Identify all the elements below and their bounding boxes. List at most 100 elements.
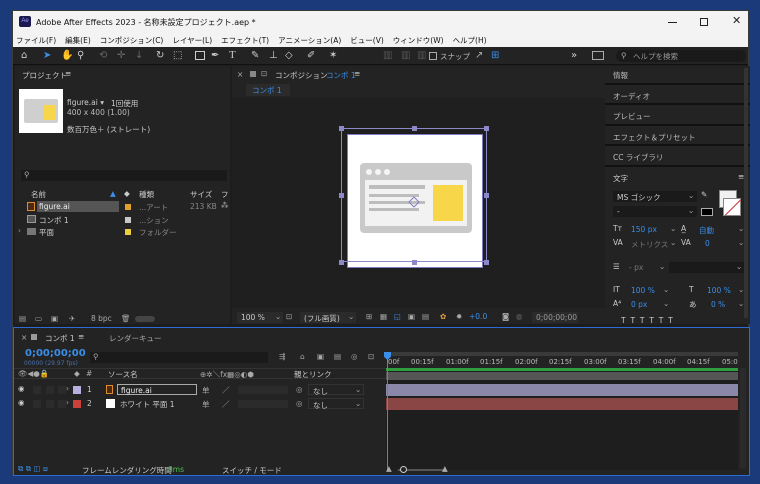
baseline-shift-value[interactable]: 0 px bbox=[631, 300, 647, 309]
shy-layers-icon[interactable]: ▣ bbox=[317, 352, 324, 361]
stroke-width-value[interactable]: - px bbox=[629, 263, 643, 272]
draft-3d-icon[interactable]: ⌂ bbox=[300, 352, 305, 361]
timeline-timecode[interactable]: 0;00;00;00 bbox=[25, 348, 86, 359]
menu-window[interactable]: ウィンドウ(W) bbox=[393, 35, 444, 46]
vertical-scale-value[interactable]: 100 % bbox=[631, 286, 655, 295]
column-frame[interactable]: フ bbox=[221, 189, 229, 200]
zoom-in-icon[interactable]: ▲ bbox=[442, 464, 448, 473]
selected-item-name[interactable]: figure.ai ▾ bbox=[67, 98, 104, 107]
render-queue-tab[interactable]: レンダーキュー bbox=[109, 333, 162, 344]
dolly-tool-icon[interactable]: ↓ bbox=[135, 50, 143, 61]
comp-mini-flowchart-icon[interactable]: ⇶ bbox=[279, 352, 285, 361]
fill-black-swatch[interactable] bbox=[701, 208, 713, 216]
font-family-dropdown[interactable]: MS ゴシック ⌄ bbox=[613, 191, 697, 202]
effects-presets-panel-tab[interactable]: エフェクト＆プリセット bbox=[613, 132, 696, 143]
minimize-button[interactable] bbox=[663, 15, 683, 29]
playhead-line[interactable] bbox=[387, 352, 388, 470]
transform-handle[interactable] bbox=[484, 260, 489, 265]
chevron-down-icon[interactable]: ⌄ bbox=[670, 238, 676, 247]
composition-panel-title[interactable]: コンポジション bbox=[275, 70, 328, 81]
time-zoom-slider[interactable] bbox=[398, 466, 444, 473]
text-tool-icon[interactable]: T bbox=[229, 49, 236, 61]
close-tab-icon[interactable]: × bbox=[237, 70, 243, 79]
snap-checkbox[interactable] bbox=[429, 52, 437, 60]
brush-tool-icon[interactable]: ✎ bbox=[251, 50, 259, 61]
render-toggle-icons[interactable]: ⧉ ⧉ ◫ ⧈ bbox=[18, 464, 48, 474]
mask-visibility-icon[interactable]: ◱ bbox=[394, 312, 401, 321]
audio-toggle[interactable] bbox=[33, 400, 41, 408]
tsume-value[interactable]: 0 % bbox=[711, 300, 725, 309]
comp-timecode-field[interactable]: 0;00;00;00 bbox=[532, 312, 578, 323]
collapse-switch-icon[interactable]: 单 bbox=[202, 399, 210, 410]
collapse-switch-icon[interactable]: 单 bbox=[202, 385, 210, 396]
chevron-down-icon[interactable]: ⌄ bbox=[670, 224, 676, 233]
label-swatch[interactable] bbox=[125, 204, 131, 210]
pen-tool-icon[interactable]: ✒ bbox=[211, 50, 219, 61]
project-panel-title[interactable]: プロジェクト bbox=[22, 70, 67, 81]
rotate-tool-icon[interactable]: ↻ bbox=[156, 50, 164, 61]
column-type[interactable]: 種類 bbox=[139, 189, 154, 200]
project-row-comp[interactable]: コンポ 1 ...ション bbox=[15, 214, 230, 225]
visibility-eye-icon[interactable]: ◉ bbox=[18, 398, 25, 407]
timeline-tab[interactable]: コンポ 1 bbox=[45, 333, 75, 344]
layer-row-solid[interactable]: ◉ › 2 ホワイト 平面 1 单 ／ ◎ なし ⌄ bbox=[14, 398, 386, 410]
pan-tool-icon[interactable]: ✛ bbox=[117, 50, 125, 61]
menu-help[interactable]: ヘルプ(H) bbox=[453, 35, 487, 46]
character-panel-title[interactable]: 文字 bbox=[613, 173, 628, 184]
maximize-button[interactable] bbox=[695, 15, 715, 29]
frame-blending-icon[interactable]: ▤ bbox=[334, 352, 341, 361]
switch-box[interactable] bbox=[238, 400, 288, 408]
puppet-tool-icon[interactable]: ✶ bbox=[329, 50, 337, 61]
preview-panel-tab[interactable]: プレビュー bbox=[613, 111, 651, 122]
new-folder-icon[interactable]: ▭ bbox=[35, 314, 42, 323]
menu-layer[interactable]: レイヤー(L) bbox=[172, 35, 212, 46]
shape-tool-icon[interactable] bbox=[195, 51, 205, 60]
fit-icon[interactable]: ⊡ bbox=[286, 312, 292, 321]
snapshot-icon[interactable]: ◙ bbox=[502, 312, 509, 321]
label-column-icon[interactable]: ◆ bbox=[124, 189, 130, 198]
expand-arrow-icon[interactable]: › bbox=[66, 398, 69, 407]
roto-brush-icon[interactable]: ✐ bbox=[307, 50, 315, 61]
quality-switch-icon[interactable]: ／ bbox=[222, 399, 230, 410]
leading-value[interactable]: 自動 bbox=[699, 225, 714, 236]
guides-icon[interactable]: ▣ bbox=[408, 312, 415, 321]
home-icon[interactable]: ⌂ bbox=[21, 50, 27, 61]
solo-toggle[interactable] bbox=[46, 386, 54, 394]
channel-icon[interactable]: ▤ bbox=[422, 312, 429, 321]
hand-tool-icon[interactable]: ✋ bbox=[61, 50, 73, 61]
anchor-tool-icon[interactable]: ⬚ bbox=[173, 50, 182, 61]
project-search-field[interactable]: ⚲ bbox=[21, 170, 227, 181]
quality-switch-icon[interactable]: ／ bbox=[222, 385, 230, 396]
project-row-folder[interactable]: › 平面 フォルダー bbox=[15, 226, 230, 237]
expand-arrow-icon[interactable]: › bbox=[18, 226, 21, 235]
chevron-down-icon[interactable]: ⌄ bbox=[663, 285, 669, 294]
orbit-tool-icon[interactable]: ⟲ bbox=[99, 50, 107, 61]
interpret-footage-icon[interactable]: ▤ bbox=[19, 314, 26, 323]
align-left-icon[interactable]: ▥ bbox=[383, 50, 392, 61]
parent-dropdown[interactable]: なし ⌄ bbox=[308, 398, 364, 410]
menu-edit[interactable]: 編集(E) bbox=[65, 35, 91, 46]
close-button[interactable]: ✕ bbox=[727, 14, 747, 29]
audio-toggle[interactable] bbox=[33, 386, 41, 394]
selection-tool-icon[interactable]: ➤ bbox=[43, 50, 51, 61]
eraser-tool-icon[interactable]: ◇ bbox=[285, 50, 293, 61]
switch-mode-toggle[interactable]: スイッチ / モード bbox=[222, 465, 282, 476]
zoom-tool-icon[interactable]: ⚲ bbox=[77, 50, 84, 61]
column-name[interactable]: 名前 bbox=[31, 189, 46, 200]
graph-editor-icon[interactable]: ⊡ bbox=[368, 352, 374, 361]
transform-handle[interactable] bbox=[339, 126, 344, 131]
transform-handle[interactable] bbox=[412, 260, 417, 265]
new-comp-icon[interactable]: ▣ bbox=[51, 314, 58, 323]
region-of-interest-icon[interactable]: ⊞ bbox=[366, 312, 372, 321]
horizontal-scale-value[interactable]: 100 % bbox=[707, 286, 731, 295]
time-zoom-slider-thumb[interactable] bbox=[400, 466, 407, 473]
show-snapshot-icon[interactable]: ◍ bbox=[516, 312, 523, 321]
reset-exposure-icon[interactable]: ✹ bbox=[456, 312, 462, 321]
trash-icon[interactable]: 🗑 bbox=[121, 314, 131, 323]
lock-toggle[interactable] bbox=[58, 400, 66, 408]
info-panel-tab[interactable]: 情報 bbox=[613, 70, 628, 81]
layer-name-field[interactable]: figure.ai bbox=[117, 384, 197, 395]
work-area-bar[interactable] bbox=[386, 352, 738, 356]
bpc-label[interactable]: 8 bpc bbox=[91, 314, 112, 323]
menu-effect[interactable]: エフェクト(T) bbox=[221, 35, 269, 46]
